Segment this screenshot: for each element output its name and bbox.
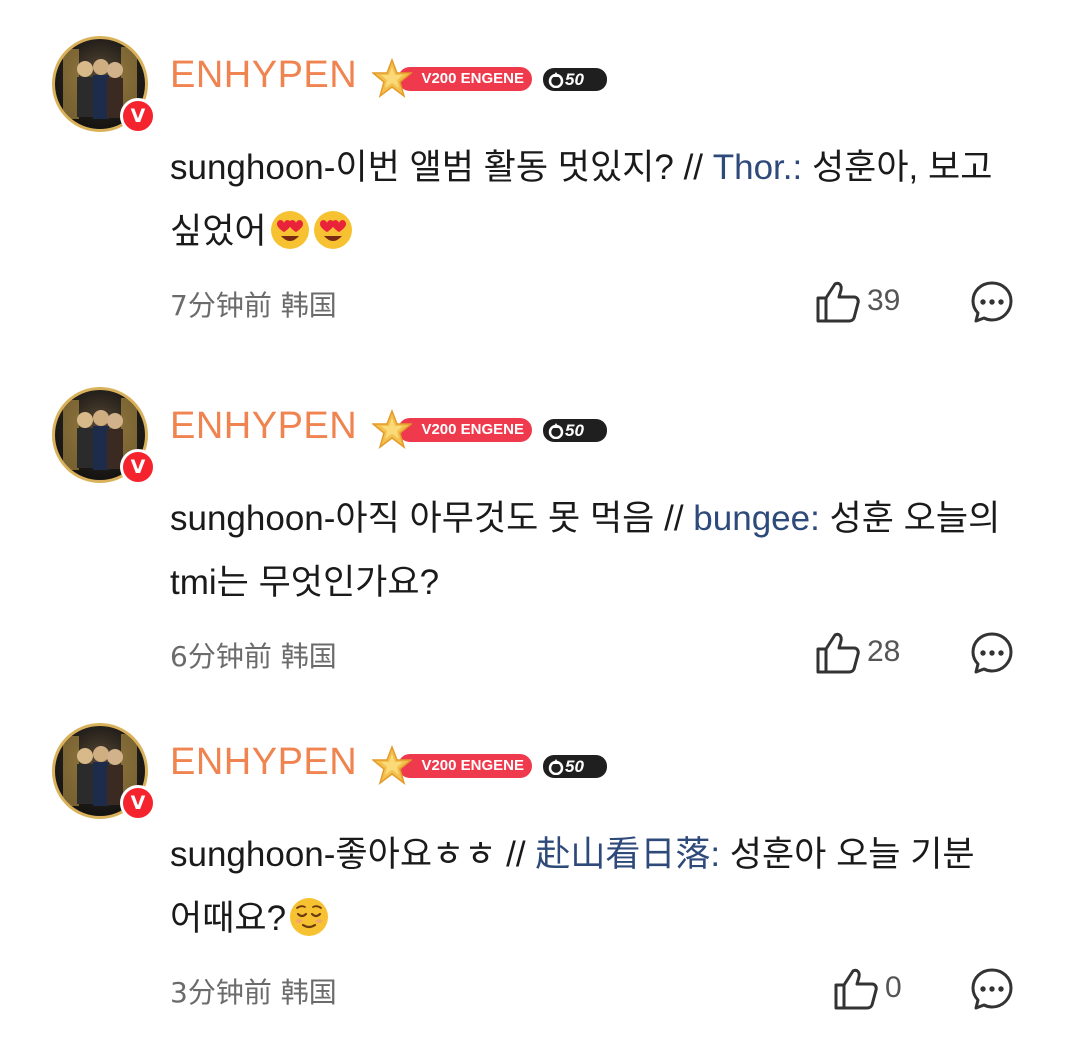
comment-text: sunghoon-이번 앨범 활동 멋있지? // Thor.: 성훈아, 보고… — [170, 136, 1010, 264]
like-count: 28 — [867, 635, 901, 668]
like-count: 39 — [867, 284, 901, 317]
reply-username[interactable]: 赴山看日落: — [535, 835, 720, 874]
thumbs-up-icon — [816, 632, 860, 674]
star-icon — [372, 58, 412, 98]
heart-eyes-emoji — [270, 211, 309, 249]
rank-badge-label: V200 ENGENE — [398, 67, 532, 91]
comment-body: sunghoon-아직 아무것도 못 먹음 // — [170, 499, 694, 538]
level-icon — [548, 423, 564, 439]
comment-body: sunghoon-좋아요ㅎㅎ // — [170, 835, 536, 874]
heart-eyes-emoji — [313, 211, 352, 249]
rank-badge-label: V200 ENGENE — [398, 418, 532, 442]
verified-badge: V — [120, 98, 156, 134]
comment-item: V ENHYPEN V200 ENGENE 50 sunghoon-이번 앨범 … — [0, 36, 1080, 356]
avatar[interactable]: V — [52, 387, 156, 485]
comment-text: sunghoon-좋아요ㅎㅎ // 赴山看日落: 성훈아 오늘 기분 어때요? — [170, 823, 1010, 951]
reply-username[interactable]: bungee: — [693, 499, 820, 538]
username[interactable]: ENHYPEN — [170, 56, 357, 94]
level-badge: 50 — [543, 755, 607, 778]
comment-bubble-icon[interactable] — [970, 631, 1014, 675]
level-number: 50 — [565, 70, 584, 89]
thumbs-up-icon — [816, 281, 860, 323]
level-number: 50 — [565, 757, 584, 776]
reply-username[interactable]: Thor.: — [713, 148, 802, 187]
relieved-face-emoji — [290, 898, 329, 936]
comment-meta: 3分钟前 韩国 — [170, 976, 337, 1009]
comment-item: V ENHYPEN V200 ENGENE 50 sunghoon-아직 아무것… — [0, 387, 1080, 707]
comment-meta: 6分钟前 韩国 — [170, 640, 337, 673]
like-count: 0 — [885, 971, 902, 1004]
comment-item: V ENHYPEN V200 ENGENE 50 sunghoon-좋아요ㅎㅎ … — [0, 723, 1080, 1043]
comment-bubble-icon[interactable] — [970, 967, 1014, 1011]
comment-bubble-icon[interactable] — [970, 280, 1014, 324]
level-badge: 50 — [543, 419, 607, 442]
rank-badge-label: V200 ENGENE — [398, 754, 532, 778]
thumbs-up-icon — [834, 968, 878, 1010]
verified-badge: V — [120, 449, 156, 485]
star-icon — [372, 409, 412, 449]
level-number: 50 — [565, 421, 584, 440]
comment-body: sunghoon-이번 앨범 활동 멋있지? // — [170, 148, 713, 187]
comment-meta: 7分钟前 韩国 — [170, 289, 337, 322]
username[interactable]: ENHYPEN — [170, 407, 357, 445]
level-icon — [548, 759, 564, 775]
comment-text: sunghoon-아직 아무것도 못 먹음 // bungee: 성훈 오늘의 … — [170, 487, 1010, 615]
verified-badge: V — [120, 785, 156, 821]
username[interactable]: ENHYPEN — [170, 743, 357, 781]
avatar[interactable]: V — [52, 723, 156, 821]
level-badge: 50 — [543, 68, 607, 91]
star-icon — [372, 745, 412, 785]
level-icon — [548, 72, 564, 88]
avatar[interactable]: V — [52, 36, 156, 134]
